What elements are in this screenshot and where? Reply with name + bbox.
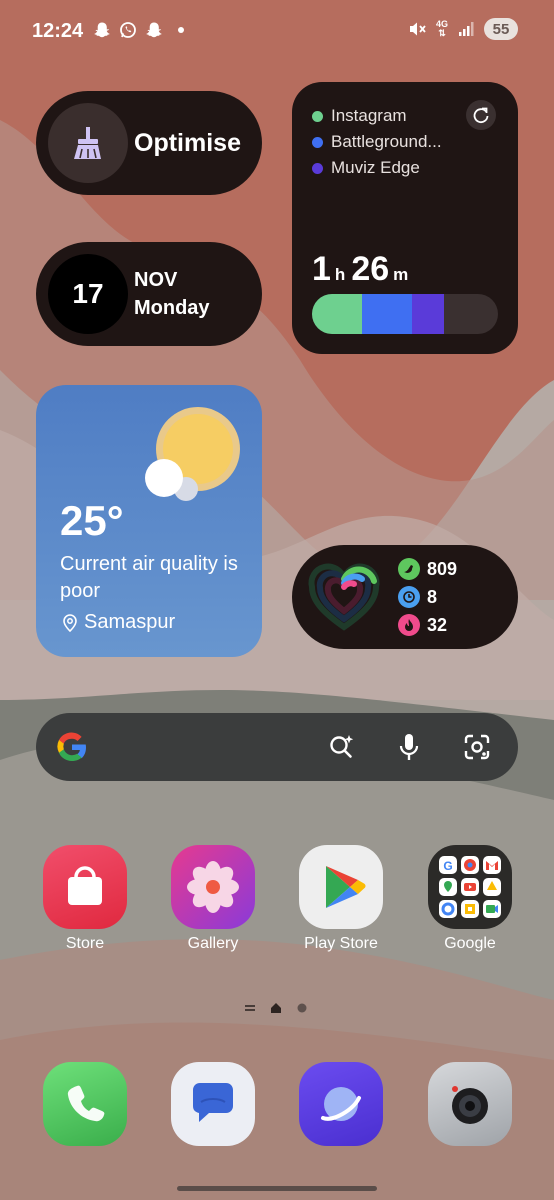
usage-app-row: Muviz Edge — [312, 158, 420, 178]
usage-color-dot — [312, 110, 323, 122]
battery-indicator: 55 — [484, 18, 518, 40]
snapchat-icon — [92, 20, 112, 40]
dock-internet[interactable] — [289, 1062, 393, 1146]
app-label: Google — [444, 935, 496, 952]
active-minutes-stat: 8 — [398, 586, 437, 608]
weather-widget[interactable]: 25° Current air quality is poor Samaspur — [36, 385, 262, 657]
flame-icon — [398, 614, 420, 636]
date-month: NOV — [134, 269, 178, 291]
broom-icon — [48, 103, 128, 183]
app-store[interactable]: Store — [33, 845, 137, 953]
status-clock: 12:24 — [32, 20, 84, 42]
app-label: Store — [65, 935, 105, 952]
usage-app-row: Battleground... — [312, 132, 442, 152]
location-pin-icon — [63, 613, 77, 632]
date-weekday: Monday — [134, 297, 210, 319]
google-folder[interactable]: G Google — [418, 845, 522, 953]
more-notifications-dot — [178, 27, 184, 33]
microphone-icon[interactable] — [393, 731, 425, 763]
usage-app-name: Muviz Edge — [331, 158, 420, 177]
dock-camera[interactable] — [418, 1062, 522, 1146]
app-play-store[interactable]: Play Store — [289, 845, 393, 953]
refresh-icon[interactable] — [466, 100, 496, 130]
ai-search-icon[interactable] — [326, 731, 358, 763]
usage-app-row: Instagram — [312, 106, 407, 126]
usage-color-dot — [312, 162, 323, 174]
usage-bar-segment — [312, 294, 363, 334]
google-g-icon — [57, 732, 86, 762]
optimise-label: Optimise — [134, 129, 241, 157]
status-bar: 12:24 4G ⇅ 55 — [0, 0, 554, 62]
usage-app-name: Battleground... — [331, 132, 442, 151]
store-icon — [43, 845, 127, 929]
whatsapp-icon — [118, 20, 138, 40]
steps-icon — [398, 558, 420, 580]
weather-location: Samaspur — [60, 611, 175, 634]
usage-minutes: 26 — [351, 250, 390, 288]
steps-stat: 809 — [398, 558, 457, 580]
calories-stat: 32 — [398, 614, 447, 636]
notification-icons — [92, 20, 184, 40]
steps-value: 809 — [427, 558, 458, 579]
usage-minutes-unit: m — [393, 265, 409, 284]
google-lens-icon[interactable] — [461, 731, 493, 763]
optimise-widget[interactable]: Optimise — [36, 91, 262, 195]
phone-icon — [43, 1062, 127, 1146]
dock-messages[interactable] — [161, 1062, 265, 1146]
usage-app-name: Instagram — [331, 106, 407, 125]
page-dot-icon — [297, 1003, 307, 1013]
google-search-bar[interactable] — [36, 713, 518, 781]
weather-temperature: 25° — [60, 497, 124, 544]
usage-bar-segment — [412, 294, 445, 334]
calories-value: 32 — [427, 614, 448, 635]
menu-lines-icon — [245, 1005, 255, 1011]
date-widget[interactable]: 17 NOV Monday — [36, 242, 262, 346]
activity-rings-icon — [308, 563, 380, 631]
usage-hours-unit: h — [334, 265, 346, 284]
clock-icon — [398, 586, 420, 608]
system-status: 4G ⇅ 55 — [408, 18, 518, 40]
sun-cloud-icon — [145, 407, 240, 501]
home-page-icon — [271, 1003, 281, 1013]
weather-description: Current air quality is poor — [60, 553, 238, 602]
network-type: 4G ⇅ — [435, 19, 448, 38]
usage-bar — [312, 294, 498, 334]
snapchat-icon — [144, 20, 164, 40]
fitness-widget[interactable]: 809 8 32 — [292, 545, 518, 649]
signal-icon — [456, 19, 476, 39]
gallery-icon — [171, 845, 255, 929]
page-indicator[interactable] — [244, 1002, 308, 1014]
messages-icon — [171, 1062, 255, 1146]
gesture-handle[interactable] — [177, 1186, 377, 1191]
app-label: Gallery — [187, 935, 239, 952]
app-label: Play Store — [304, 935, 378, 952]
usage-hours: 1 — [312, 250, 331, 288]
usage-color-dot — [312, 136, 323, 148]
active-minutes-value: 8 — [427, 586, 438, 607]
svg-text:G: G — [443, 859, 452, 873]
play-store-icon — [299, 845, 383, 929]
usage-total: 1 h 26 m — [312, 250, 414, 289]
date-day: 17 — [48, 254, 128, 334]
screen-time-widget[interactable]: Instagram Battleground... Muviz Edge 1 h… — [292, 82, 518, 354]
internet-icon — [299, 1062, 383, 1146]
weather-location-name: Samaspur — [84, 611, 176, 633]
dock-phone[interactable] — [33, 1062, 137, 1146]
google-folder-icon: G — [428, 845, 512, 929]
usage-bar-segment — [362, 294, 413, 334]
camera-icon — [428, 1062, 512, 1146]
mute-icon — [408, 19, 428, 39]
app-gallery[interactable]: Gallery — [161, 845, 265, 953]
